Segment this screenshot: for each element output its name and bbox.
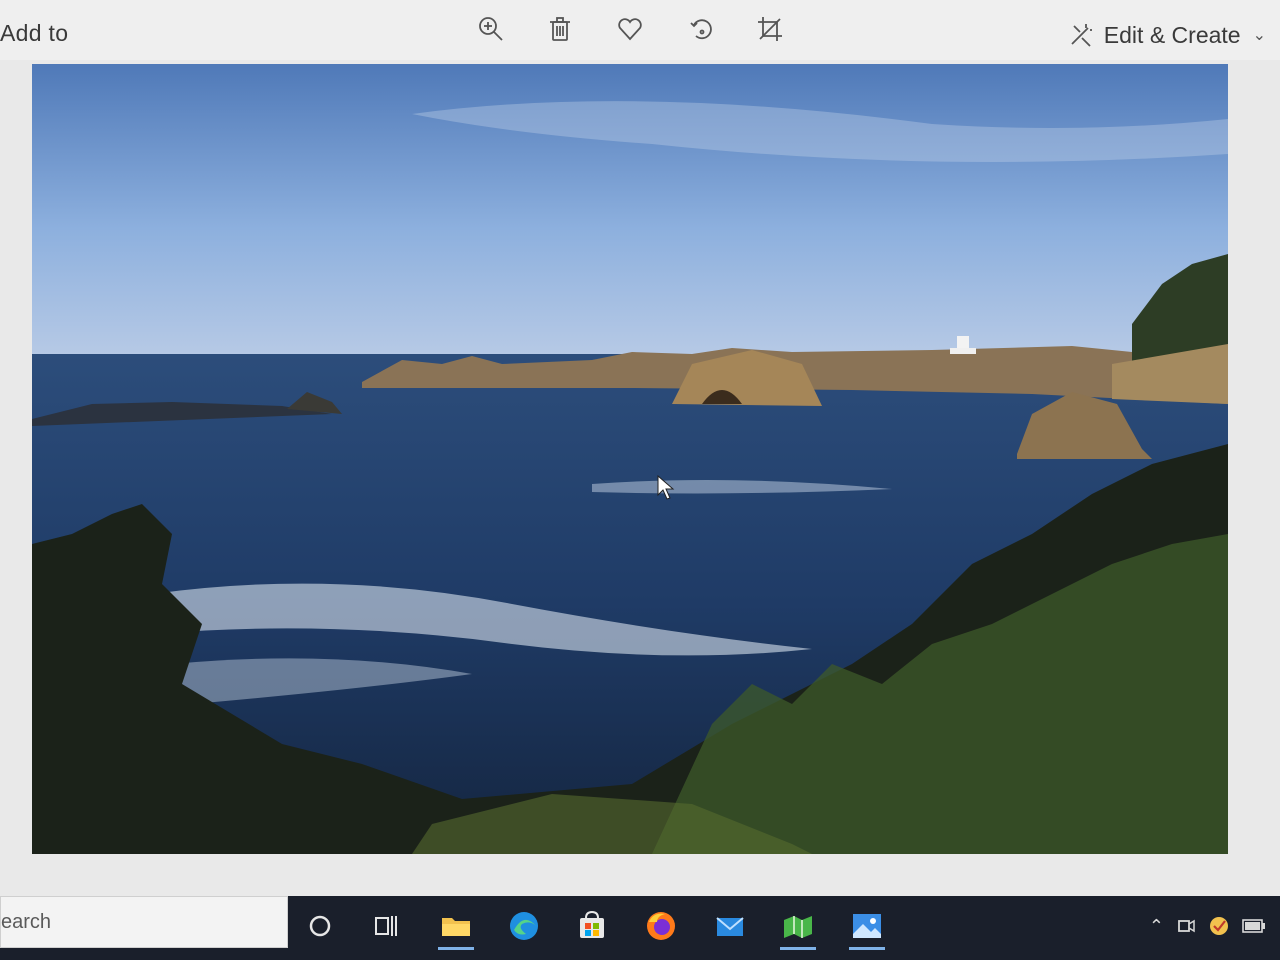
chevron-down-icon[interactable]: ⌄: [1253, 25, 1266, 45]
taskbar-search-input[interactable]: earch: [0, 896, 288, 948]
displayed-photo[interactable]: [32, 64, 1228, 854]
edge-browser-icon[interactable]: [500, 902, 548, 950]
edit-create-label: Edit & Create: [1103, 21, 1241, 48]
crop-icon[interactable]: [753, 12, 787, 46]
add-to-button[interactable]: Add to: [0, 20, 68, 47]
microsoft-store-icon[interactable]: [568, 902, 616, 950]
photos-app-icon[interactable]: [843, 902, 891, 950]
running-indicator: [780, 947, 816, 950]
magic-wand-icon: [1071, 24, 1092, 47]
mouse-cursor-icon: [657, 475, 675, 500]
meet-now-icon[interactable]: [1176, 916, 1196, 936]
zoom-in-icon[interactable]: [474, 12, 508, 46]
file-explorer-icon[interactable]: [432, 902, 480, 950]
coastal-photo-image: [32, 64, 1228, 854]
battery-icon[interactable]: [1242, 918, 1266, 934]
edit-create-button[interactable]: Edit & Create ⌄: [1068, 18, 1266, 52]
firefox-icon[interactable]: [637, 902, 685, 950]
windows-taskbar: earch ⌃: [0, 896, 1280, 960]
running-indicator: [849, 947, 885, 950]
system-tray: ⌃: [1149, 910, 1280, 942]
mail-icon[interactable]: [706, 902, 754, 950]
task-view-icon[interactable]: [362, 902, 410, 950]
chevron-up-icon[interactable]: ⌃: [1149, 916, 1164, 937]
cortana-icon[interactable]: [296, 902, 344, 950]
trash-icon[interactable]: [543, 12, 577, 46]
maps-icon[interactable]: [774, 902, 822, 950]
norton-security-icon[interactable]: [1208, 915, 1230, 937]
search-placeholder: earch: [1, 911, 52, 933]
running-indicator: [438, 947, 474, 950]
photos-toolbar: Add to Edit & Create ⌄: [0, 0, 1280, 66]
heart-icon[interactable]: [613, 12, 647, 46]
photo-viewer: [0, 60, 1280, 896]
rotate-icon[interactable]: [684, 12, 718, 46]
